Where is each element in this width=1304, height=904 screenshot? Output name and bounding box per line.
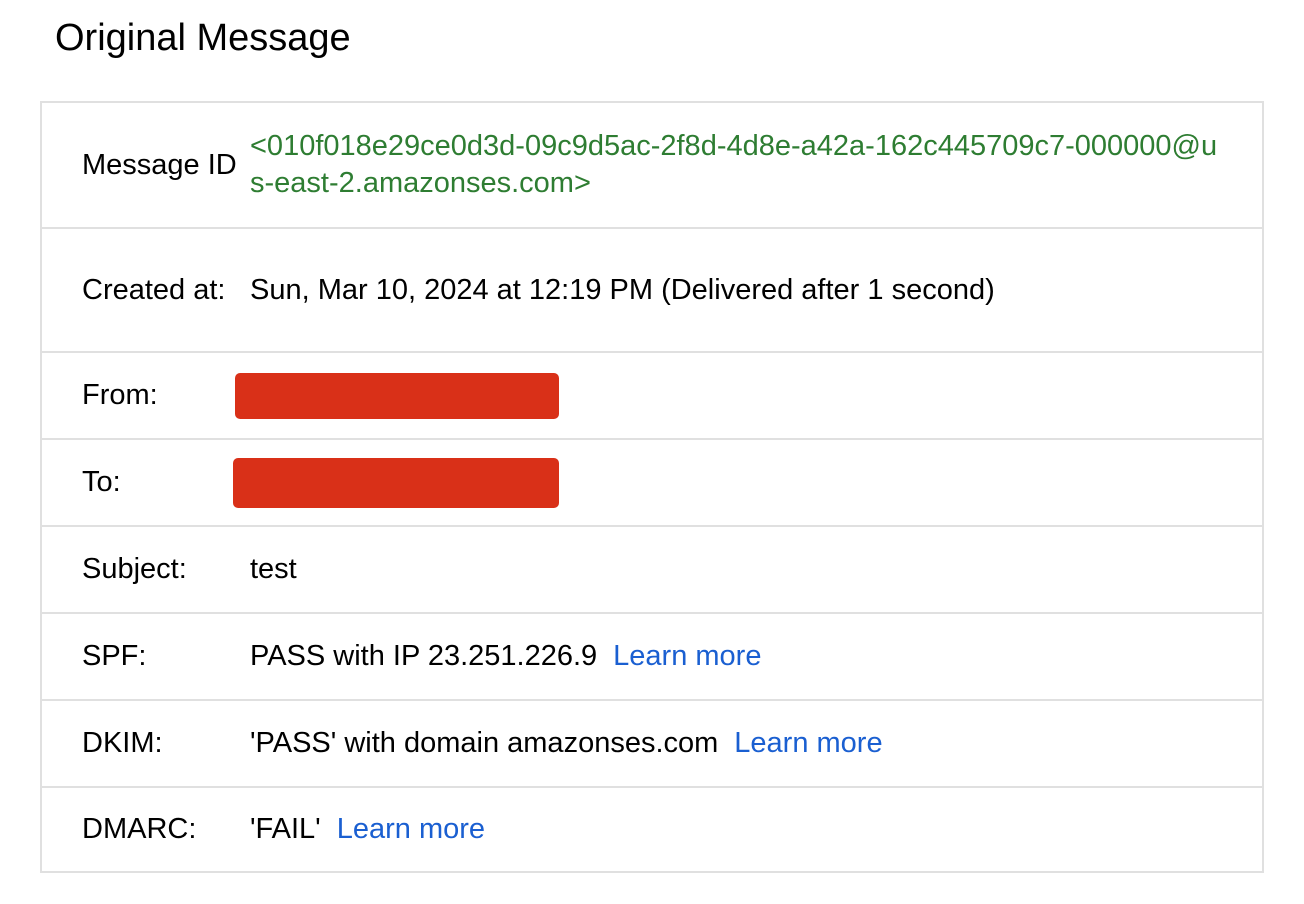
row-dkim: DKIM: 'PASS' with domain amazonses.com Le… [42, 699, 1262, 786]
spf-value-container: PASS with IP 23.251.226.9 Learn more [250, 638, 1262, 675]
to-value [233, 457, 1262, 508]
row-created-at: Created at: Sun, Mar 10, 2024 at 12:19 P… [42, 227, 1262, 351]
to-redaction-block [233, 457, 559, 508]
dkim-value-container: 'PASS' with domain amazonses.com Learn mo… [250, 725, 1262, 762]
dmarc-value: 'FAIL' [250, 813, 321, 845]
row-subject: Subject: test [42, 525, 1262, 612]
dkim-label: DKIM: [82, 727, 163, 759]
from-redaction-block [235, 372, 559, 419]
to-label: To: [82, 466, 121, 498]
spf-value: PASS with IP 23.251.226.9 [250, 640, 598, 672]
subject-value: test [250, 553, 297, 585]
dmarc-learn-more-link[interactable]: Learn more [337, 813, 485, 845]
dmarc-value-container: 'FAIL' Learn more [250, 811, 1262, 848]
row-spf: SPF: PASS with IP 23.251.226.9 Learn more [42, 612, 1262, 699]
spf-learn-more-link[interactable]: Learn more [613, 640, 761, 672]
row-to: To: [42, 438, 1262, 525]
created-at-label: Created at: [82, 273, 226, 306]
dmarc-label: DMARC: [82, 813, 197, 845]
message-id-label: Message ID [82, 148, 237, 181]
row-from: From: [42, 351, 1262, 438]
dkim-learn-more-link[interactable]: Learn more [734, 727, 882, 759]
from-value [235, 372, 1262, 419]
message-details-table: Message ID <010f018e29ce0d3d-09c9d5ac-2f… [40, 101, 1264, 873]
row-dmarc: DMARC: 'FAIL' Learn more [42, 786, 1262, 871]
dkim-value: 'PASS' with domain amazonses.com [250, 727, 719, 759]
subject-label: Subject: [82, 553, 187, 585]
from-label: From: [82, 379, 158, 411]
page-title: Original Message [55, 17, 351, 59]
created-at-value: Sun, Mar 10, 2024 at 12:19 PM (Delivered… [250, 273, 995, 306]
spf-label: SPF: [82, 640, 147, 672]
row-message-id: Message ID <010f018e29ce0d3d-09c9d5ac-2f… [42, 103, 1262, 227]
message-id-value: <010f018e29ce0d3d-09c9d5ac-2f8d-4d8e-a42… [250, 130, 1218, 199]
